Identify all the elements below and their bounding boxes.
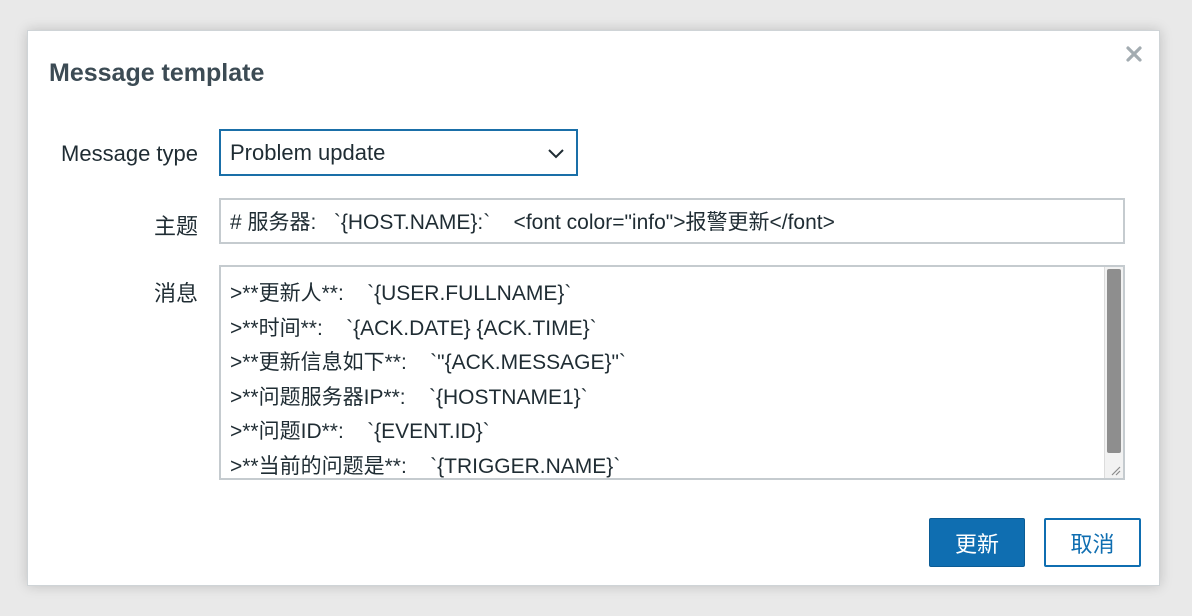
message-type-value: Problem update	[230, 139, 386, 165]
close-button[interactable]	[1121, 41, 1147, 67]
message-lines: >**更新人**: `{USER.FULLNAME}` >**时间**: `{A…	[230, 277, 626, 478]
resize-grip-icon[interactable]	[1107, 462, 1121, 476]
message-line: >**更新人**: `{USER.FULLNAME}`	[230, 282, 572, 305]
message-template-dialog: Message template Message type Problem up…	[27, 30, 1160, 586]
chevron-down-icon	[548, 149, 564, 159]
message-label: 消息	[153, 281, 198, 306]
message-line: >**当前的问题是**: `{TRIGGER.NAME}`	[230, 454, 621, 478]
message-type-select[interactable]: Problem update	[219, 129, 578, 176]
message-textarea[interactable]: >**更新人**: `{USER.FULLNAME}` >**时间**: `{A…	[219, 265, 1125, 480]
scrollbar-thumb[interactable]	[1107, 269, 1121, 453]
cancel-button[interactable]: 取消	[1044, 518, 1141, 567]
message-type-label: Message type	[61, 141, 198, 166]
message-line: >**时间**: `{ACK.DATE} {ACK.TIME}`	[230, 316, 597, 340]
subject-label: 主题	[153, 214, 198, 239]
update-button[interactable]: 更新	[929, 518, 1025, 567]
textarea-scrollbar[interactable]	[1104, 267, 1123, 478]
message-line: >**问题服务器IP**: `{HOSTNAME1}`	[230, 385, 588, 409]
close-icon	[1126, 46, 1142, 62]
subject-input[interactable]: # 服务器: `{HOST.NAME}:` <font color="info"…	[219, 198, 1125, 244]
dialog-title: Message template	[49, 59, 265, 87]
message-line: >**问题ID**: `{EVENT.ID}`	[230, 420, 490, 443]
message-line: >**更新信息如下**: `"{ACK.MESSAGE}"`	[230, 351, 626, 374]
